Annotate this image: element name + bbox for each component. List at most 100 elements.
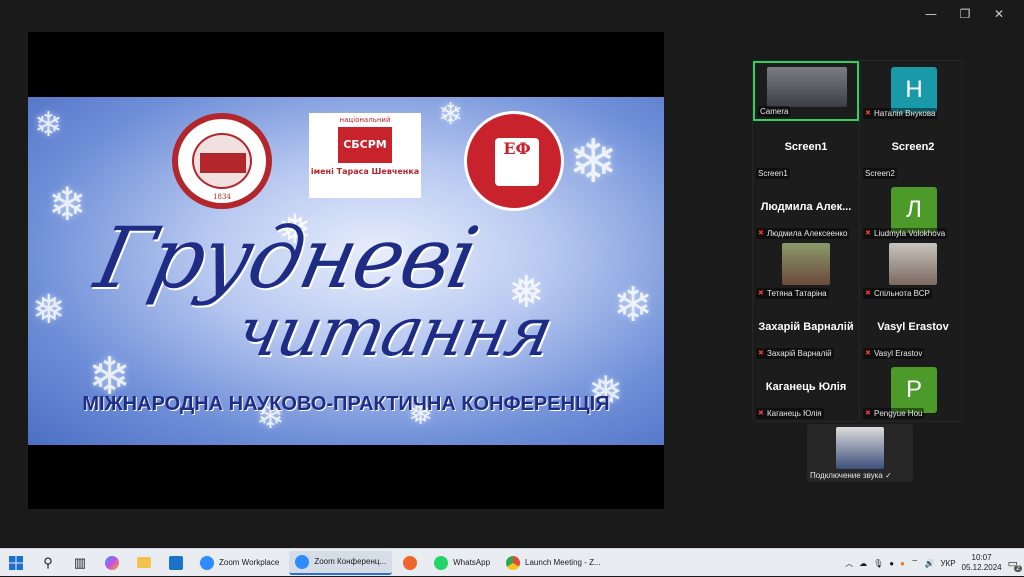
- chevron-up-icon[interactable]: ︿: [845, 558, 853, 569]
- snowflake-icon: ❅: [32, 287, 66, 333]
- participant-tile[interactable]: Vasyl Erastov ✖ Vasyl Erastov: [860, 301, 966, 361]
- clock[interactable]: 10:07 05.12.2024: [962, 553, 1002, 573]
- participant-label: ✖ Тетяна Татаріна: [756, 288, 829, 299]
- microphone-icon[interactable]: 🎙: [873, 559, 883, 568]
- participant-label: ✖ Наталія Внукова: [863, 108, 938, 119]
- file-explorer-icon[interactable]: [131, 551, 157, 575]
- snowflake-icon: ❄: [34, 105, 63, 145]
- restore-button[interactable]: ❐: [948, 6, 982, 22]
- brave-browser-icon[interactable]: [397, 551, 423, 575]
- taskbar-app-zoom-meeting[interactable]: Zoom Конференц...: [289, 550, 393, 575]
- minimize-button[interactable]: —: [914, 6, 948, 22]
- participant-tile-camera[interactable]: Camera: [753, 61, 859, 121]
- participant-label: ✖ Vasyl Erastov: [863, 348, 925, 359]
- participants-gallery: Camera Н ✖ Наталія Внукова Screen1 Screen…: [752, 60, 966, 422]
- self-view-label: Подключение звука ✓: [810, 471, 892, 480]
- tray-app-icon[interactable]: ●: [900, 559, 905, 568]
- participant-label: ✖ Каганець Юлія: [756, 408, 824, 419]
- wifi-icon[interactable]: ⌔: [911, 558, 919, 568]
- participant-tile[interactable]: Людмила Алек... ✖ Людмила Алексеенко: [753, 181, 859, 241]
- taskbar-app-chrome[interactable]: Launch Meeting - Z...: [500, 551, 607, 575]
- zoom-icon: [200, 555, 214, 570]
- muted-mic-icon: ✖: [865, 289, 871, 297]
- participant-tile[interactable]: ✖ Спільнота ВСР: [860, 241, 966, 301]
- slide-subtitle: МІЖНАРОДНА НАУКОВО-ПРАКТИЧНА КОНФЕРЕНЦІЯ: [82, 393, 610, 415]
- participant-name: Screen2: [891, 141, 935, 153]
- faculty-logo-text: ЕФ: [495, 138, 539, 186]
- conference-slide: ❄ ❄ ❅ ❄ ❅ ❄ ❅ ❄ ❅ ❄ ❅ ❄ 1834 національни…: [28, 97, 664, 445]
- muted-mic-icon: ✖: [865, 409, 871, 417]
- slide-title-line2: читання: [229, 293, 559, 372]
- participant-tile[interactable]: Л ✖ Liudmyla Volokhova: [860, 181, 966, 241]
- copilot-icon[interactable]: [99, 551, 125, 575]
- participant-label: Camera: [758, 106, 791, 117]
- participant-name: Screen1: [784, 141, 828, 153]
- camera-video: [767, 67, 847, 107]
- clock-time: 10:07: [971, 553, 992, 562]
- logo-mid-top: національний: [339, 116, 391, 124]
- taskbar-app-label: WhatsApp: [453, 558, 491, 567]
- zoom-icon: [295, 554, 310, 569]
- window-controls: — ❐ ✕: [914, 6, 1016, 22]
- participant-tile[interactable]: P ✖ Pengyue Hou: [860, 361, 966, 421]
- taskbar-app-label: Zoom Workplace: [219, 558, 280, 567]
- chrome-icon: [506, 555, 521, 570]
- search-icon[interactable]: ⚲: [35, 551, 61, 575]
- logo-mid-bottom: імені Тараса Шевченка: [310, 167, 420, 176]
- shared-screen[interactable]: ❄ ❄ ❅ ❄ ❅ ❄ ❅ ❄ ❅ ❄ ❅ ❄ 1834 національни…: [28, 32, 664, 509]
- faculty-of-economics-logo: ЕФ: [464, 111, 564, 211]
- snowflake-icon: ❄: [568, 127, 619, 197]
- muted-mic-icon: ✖: [758, 409, 764, 417]
- participant-photo: [782, 243, 830, 285]
- participant-tile[interactable]: Захарій Варналій ✖ Захарій Варналій: [753, 301, 859, 361]
- participant-label: ✖ Pengyue Hou: [863, 408, 925, 419]
- clock-date: 05.12.2024: [961, 563, 1002, 572]
- avatar: Л: [891, 187, 937, 233]
- whatsapp-icon: [434, 555, 449, 570]
- participant-name: Людмила Алек...: [760, 201, 852, 213]
- cloud-icon[interactable]: ☁: [859, 559, 867, 568]
- taskbar-app-zoom-workplace[interactable]: Zoom Workplace: [194, 551, 285, 575]
- taskbar: ⚲ ▥ Zoom Workplace Zoom Конференц... Wha…: [0, 548, 1024, 576]
- muted-mic-icon: ✖: [758, 289, 764, 297]
- windows-icon: [9, 555, 23, 570]
- check-icon: ✓: [885, 471, 892, 480]
- close-button[interactable]: ✕: [982, 6, 1016, 22]
- avatar: Н: [891, 67, 937, 113]
- start-button[interactable]: [3, 551, 29, 575]
- participant-tile[interactable]: ✖ Тетяна Татаріна: [753, 241, 859, 301]
- muted-mic-icon: ✖: [758, 349, 764, 357]
- language-indicator[interactable]: УКР: [940, 559, 955, 568]
- participant-tile[interactable]: Screen1 Screen1: [753, 121, 859, 181]
- self-view-tile[interactable]: Подключение звука ✓: [807, 424, 913, 482]
- participant-tile[interactable]: Н ✖ Наталія Внукова: [860, 61, 966, 121]
- participant-label: ✖ Спільнота ВСР: [863, 288, 932, 299]
- participant-tile[interactable]: Screen2 Screen2: [860, 121, 966, 181]
- taskbar-app-whatsapp[interactable]: WhatsApp: [428, 551, 496, 575]
- muted-mic-icon: ✖: [865, 229, 871, 237]
- system-tray: ︿ ☁ 🎙 ● ● ⌔ 🔊 УКР 10:07 05.12.2024 ▭ 2: [845, 549, 1022, 577]
- tray-app-icon[interactable]: ●: [889, 559, 894, 568]
- university-seal-logo: 1834: [172, 113, 272, 209]
- zoom-window: — ❐ ✕ ❄ ❄ ❅ ❄ ❅ ❄ ❅ ❄ ❅ ❄ ❅ ❄ 1834 націо…: [0, 0, 1024, 548]
- snowflake-icon: ❄: [613, 277, 654, 333]
- participant-label: Screen1: [756, 168, 790, 179]
- outlook-icon[interactable]: [163, 551, 189, 575]
- snowflake-icon: ❄: [438, 97, 464, 132]
- participant-label: Screen2: [863, 168, 897, 179]
- participant-label: ✖ Liudmyla Volokhova: [863, 228, 948, 239]
- participant-name: Захарій Варналій: [758, 321, 854, 333]
- participant-name: Каганець Юлія: [765, 381, 847, 393]
- participant-photo: [889, 243, 937, 285]
- notification-count: 2: [1014, 564, 1022, 572]
- task-view-icon[interactable]: ▥: [67, 551, 93, 575]
- snowflake-icon: ❄: [48, 177, 87, 231]
- participant-tile[interactable]: Каганець Юлія ✖ Каганець Юлія: [753, 361, 859, 421]
- muted-mic-icon: ✖: [865, 109, 871, 117]
- muted-mic-icon: ✖: [758, 229, 764, 237]
- speaker-icon[interactable]: 🔊: [925, 559, 935, 568]
- taskbar-app-label: Zoom Конференц...: [314, 557, 387, 566]
- participant-label: ✖ Захарій Варналій: [756, 348, 834, 359]
- notifications-icon[interactable]: ▭ 2: [1008, 557, 1022, 572]
- muted-mic-icon: ✖: [865, 349, 871, 357]
